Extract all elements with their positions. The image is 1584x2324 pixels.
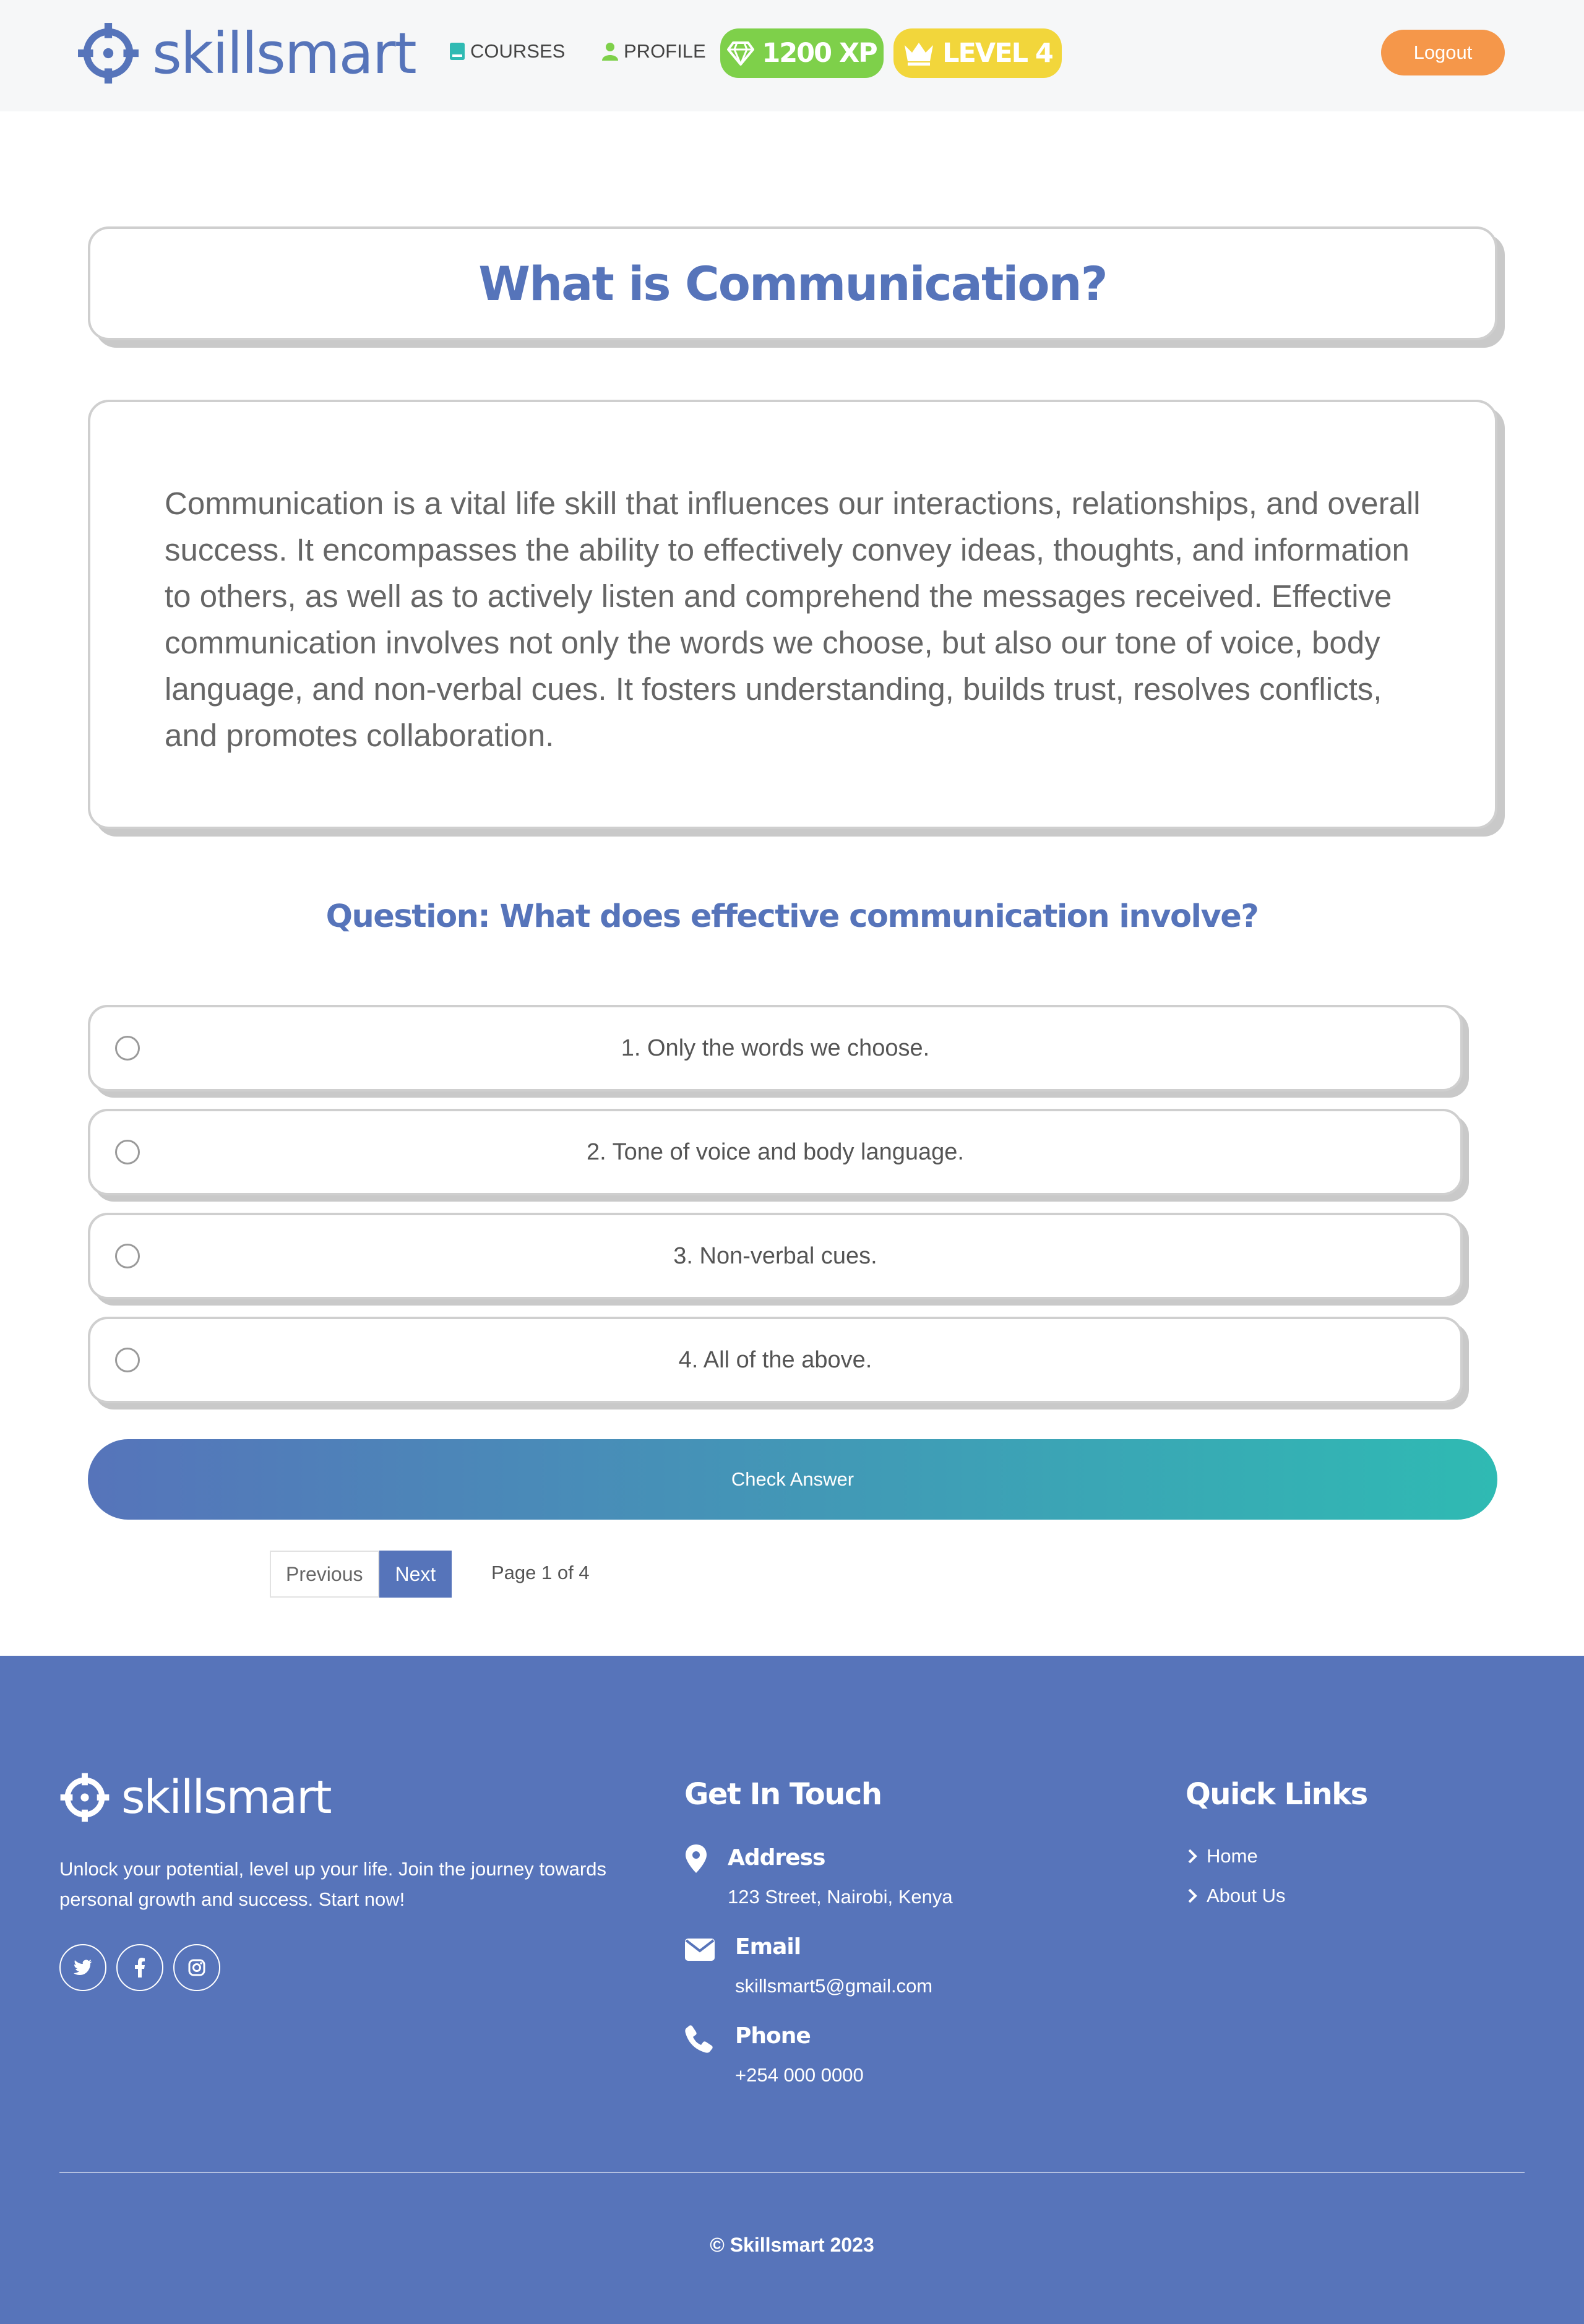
pagination: Previous Next bbox=[270, 1551, 452, 1598]
email-label: Email bbox=[735, 1934, 801, 1960]
answer-option-label: 3. Non-verbal cues. bbox=[673, 1242, 877, 1269]
footer-link-label: About Us bbox=[1207, 1885, 1286, 1906]
answer-option-label: 2. Tone of voice and body language. bbox=[587, 1138, 964, 1165]
radio-button[interactable] bbox=[115, 1348, 140, 1372]
facebook-icon bbox=[135, 1958, 145, 1978]
address-value: 123 Street, Nairobi, Kenya bbox=[728, 1886, 953, 1908]
envelope-icon bbox=[684, 1938, 715, 1964]
lesson-body: Communication is a vital life skill that… bbox=[165, 486, 1421, 753]
instagram-link[interactable] bbox=[173, 1944, 220, 1991]
nav-courses-link[interactable]: COURSES bbox=[449, 36, 565, 67]
footer-description: Unlock your potential, level up your lif… bbox=[59, 1858, 606, 1910]
copyright: © Skillsmart 2023 bbox=[710, 2234, 874, 2256]
footer-brand-name: skillsmart bbox=[121, 1771, 332, 1824]
nav-profile-label: PROFILE bbox=[624, 40, 706, 62]
book-icon bbox=[449, 42, 465, 61]
previous-page-button[interactable]: Previous bbox=[270, 1551, 379, 1598]
quiz-question: Question: What does effective communicat… bbox=[325, 898, 1259, 935]
answer-option-label: 4. All of the above. bbox=[678, 1346, 872, 1373]
chevron-right-icon bbox=[1188, 1849, 1197, 1864]
email-value[interactable]: skillsmart5@gmail.com bbox=[735, 1975, 932, 1997]
brand-link[interactable]: skillsmart bbox=[77, 19, 417, 88]
map-pin-icon bbox=[684, 1844, 708, 1876]
crosshair-icon bbox=[60, 1773, 110, 1822]
phone-label: Phone bbox=[735, 2023, 811, 2049]
xp-badge: 1200 XP bbox=[720, 28, 884, 78]
answer-option-1[interactable]: 1. Only the words we choose. bbox=[88, 1005, 1463, 1091]
level-value: LEVEL 4 bbox=[942, 38, 1054, 69]
site-footer: skillsmart Unlock your potential, level … bbox=[0, 1656, 1584, 2324]
next-page-button[interactable]: Next bbox=[379, 1551, 452, 1598]
instagram-icon bbox=[188, 1959, 205, 1976]
radio-button[interactable] bbox=[115, 1036, 140, 1061]
brand-name: skillsmart bbox=[152, 20, 417, 87]
answer-option-4[interactable]: 4. All of the above. bbox=[88, 1317, 1463, 1403]
xp-value: 1200 XP bbox=[762, 38, 877, 69]
nav-profile-link[interactable]: PROFILE bbox=[601, 36, 706, 67]
level-badge: LEVEL 4 bbox=[893, 28, 1062, 78]
get-in-touch-heading: Get In Touch bbox=[684, 1777, 882, 1812]
gem-icon bbox=[727, 41, 755, 66]
twitter-icon bbox=[74, 1960, 92, 1975]
top-navbar: skillsmart COURSES PROFILE 1200 XP LEVEL… bbox=[0, 0, 1584, 111]
radio-button[interactable] bbox=[115, 1244, 140, 1268]
answer-option-2[interactable]: 2. Tone of voice and body language. bbox=[88, 1109, 1463, 1195]
footer-brand[interactable]: skillsmart bbox=[59, 1771, 332, 1824]
footer-divider bbox=[59, 2172, 1525, 2173]
facebook-link[interactable] bbox=[116, 1944, 163, 1991]
answer-option-3[interactable]: 3. Non-verbal cues. bbox=[88, 1213, 1463, 1299]
quick-links-heading: Quick Links bbox=[1186, 1777, 1368, 1812]
lesson-content-card: Communication is a vital life skill that… bbox=[88, 400, 1497, 829]
social-links bbox=[59, 1944, 220, 1991]
page-indicator: Page 1 of 4 bbox=[491, 1562, 590, 1583]
footer-link-about[interactable]: About Us bbox=[1187, 1885, 1286, 1907]
lesson-title: What is Communication? bbox=[478, 256, 1108, 311]
radio-button[interactable] bbox=[115, 1140, 140, 1164]
phone-value[interactable]: +254 000 0000 bbox=[735, 2064, 864, 2086]
answer-option-label: 1. Only the words we choose. bbox=[621, 1035, 930, 1061]
phone-icon bbox=[684, 2025, 714, 2057]
chevron-right-icon bbox=[1188, 1888, 1197, 1903]
lesson-title-card: What is Communication? bbox=[88, 226, 1497, 340]
address-label: Address bbox=[728, 1845, 825, 1870]
user-icon bbox=[601, 42, 619, 61]
twitter-link[interactable] bbox=[59, 1944, 106, 1991]
footer-link-label: Home bbox=[1207, 1845, 1258, 1867]
check-answer-button[interactable]: Check Answer bbox=[88, 1439, 1497, 1520]
nav-courses-label: COURSES bbox=[470, 40, 566, 62]
logout-button[interactable]: Logout bbox=[1381, 30, 1505, 75]
crosshair-icon bbox=[78, 23, 139, 84]
crown-icon bbox=[903, 40, 935, 66]
footer-link-home[interactable]: Home bbox=[1187, 1845, 1258, 1867]
